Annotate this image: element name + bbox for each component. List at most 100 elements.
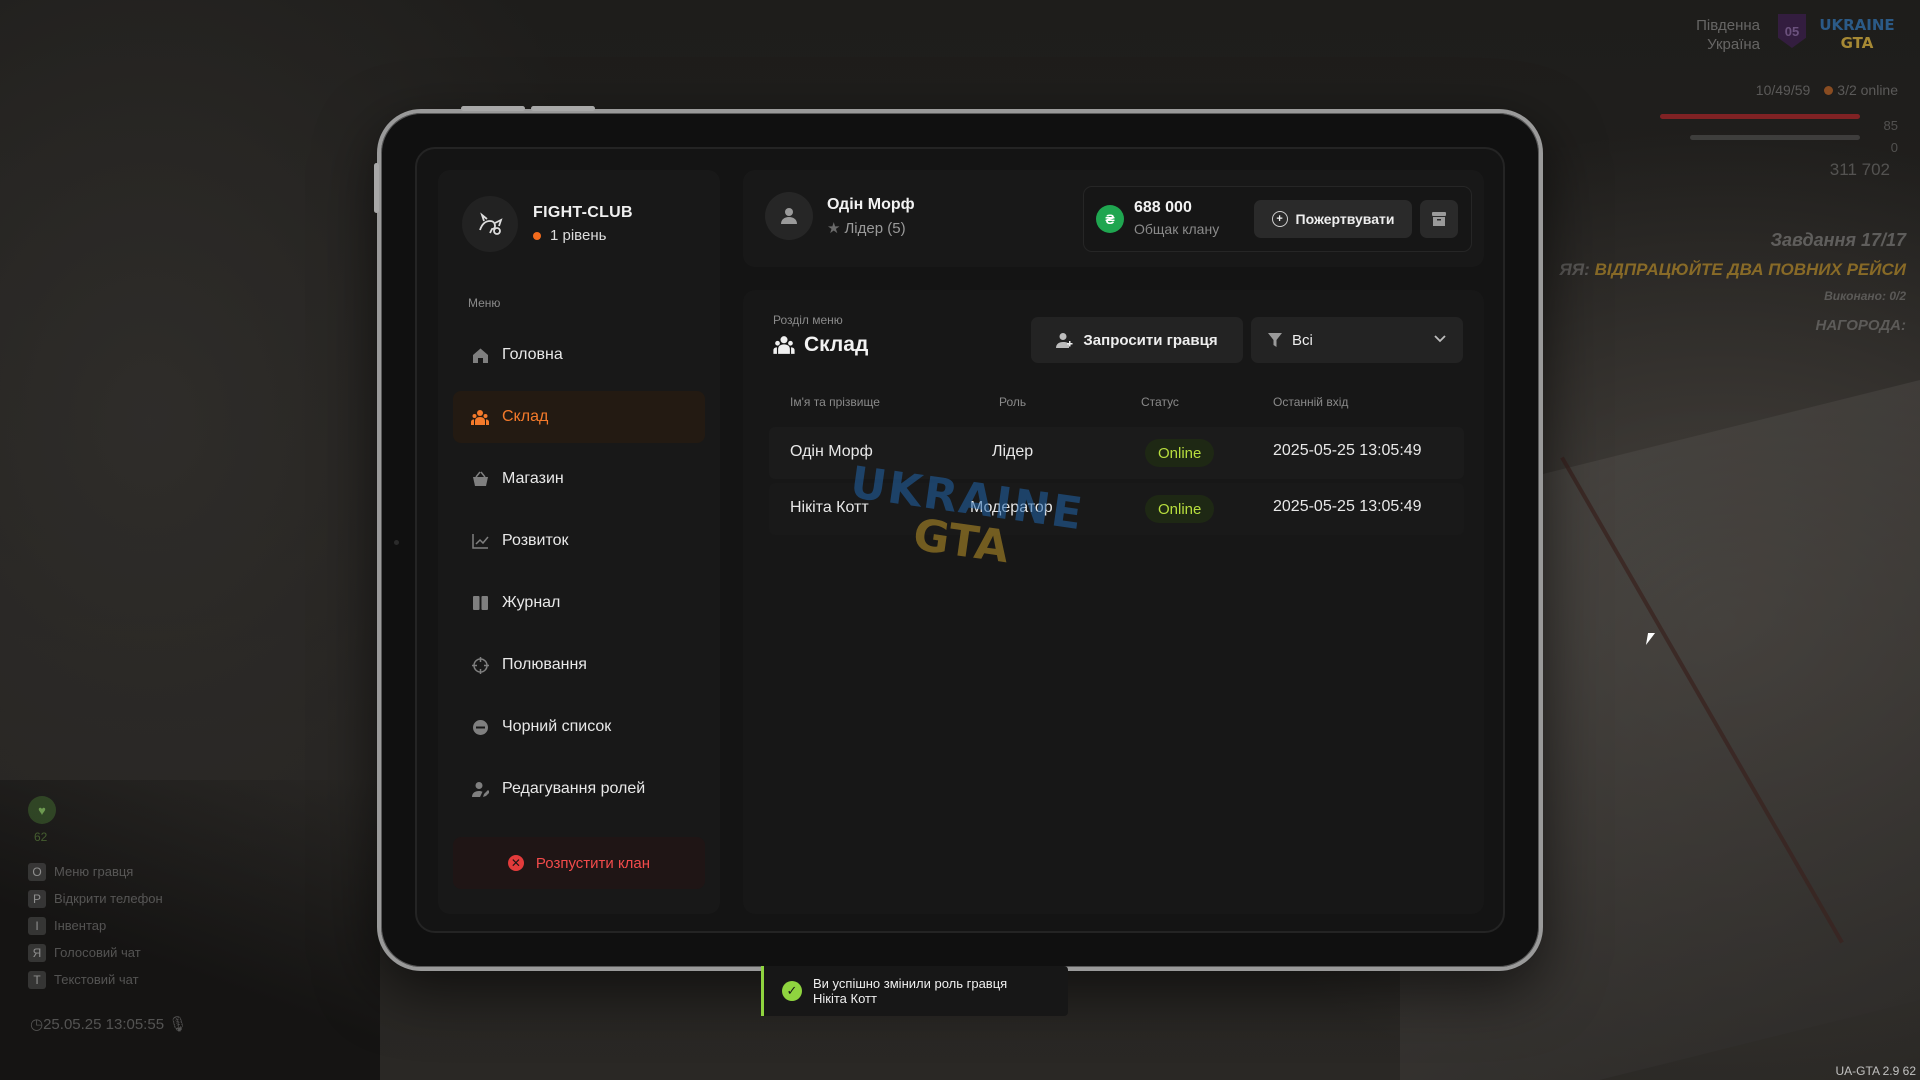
keybind-label: Меню гравця: [54, 864, 134, 879]
sidebar-item-label: Магазин: [502, 470, 564, 487]
players-count: 10/49/59: [1755, 82, 1811, 98]
donate-button[interactable]: + Пожертвувати: [1254, 200, 1412, 238]
users-icon: [470, 407, 490, 427]
status-badge: Online: [1145, 495, 1215, 523]
game-logo: UKRAINE GTA: [1816, 16, 1898, 56]
tablet-camera: [394, 540, 399, 545]
disband-clan-button[interactable]: ✕ Розпустити клан: [453, 837, 705, 889]
sidebar-item-hunting[interactable]: Полювання: [453, 639, 705, 691]
tablet-button: [461, 106, 525, 111]
level-dot: [533, 231, 541, 240]
keybind-row: T Текстовий чат: [28, 966, 163, 993]
health-bar: [1660, 114, 1860, 119]
avatar: [765, 192, 813, 240]
sidebar: FIGHT-CLUB 1 рівень Меню Головна Склад М…: [438, 170, 720, 914]
keybind-label: Відкрити телефон: [54, 891, 163, 906]
plus-circle-icon: +: [1271, 211, 1288, 227]
chevron-down-icon: [1433, 331, 1447, 345]
keybind-list: O Меню гравця P Відкрити телефон I Інвентар…: [28, 858, 163, 993]
menu-title: Меню: [468, 296, 501, 310]
sidebar-item-roles[interactable]: Редагування ролей: [453, 763, 705, 815]
archive-icon: [1432, 212, 1446, 226]
key-badge: O: [28, 862, 46, 881]
column-header-name: Ім'я та прізвище: [790, 395, 880, 409]
column-header-status: Статус: [1141, 395, 1179, 409]
key-badge: Я: [28, 943, 46, 962]
fund-label: Общак клану: [1134, 221, 1220, 237]
table-row[interactable]: Нікіта Котт Модератор Online 2025-05-25 …: [769, 483, 1464, 535]
clock-text: 25.05.25 13:05:55: [43, 1016, 165, 1033]
quest-tracker: Завдання 17/17 ЯЯ: ВІДПРАЦЮЙТЕ ДВА ПОВНИ…: [1486, 230, 1906, 334]
region-label: Південна Україна: [1696, 16, 1760, 54]
basket-icon: [470, 469, 490, 489]
tablet-frame: FIGHT-CLUB 1 рівень Меню Головна Склад М…: [374, 106, 1543, 971]
table-row[interactable]: Одін Морф Лідер Online 2025-05-25 13:05:…: [769, 427, 1464, 479]
star-icon: ★: [827, 219, 841, 237]
member-last-login: 2025-05-25 13:05:49: [1273, 498, 1422, 515]
close-icon: ✕: [507, 855, 524, 871]
disband-label: Розпустити клан: [535, 854, 651, 872]
filter-value: Всі: [1292, 331, 1313, 349]
health-value: 85: [1883, 118, 1898, 133]
armor-bar: [1690, 135, 1860, 140]
quest-reward: НАГОРОДА:: [1815, 317, 1906, 334]
sidebar-item-members[interactable]: Склад: [453, 391, 705, 443]
version-label: UA-GTA 2.9 62: [1835, 1064, 1916, 1078]
game-clock: ◷25.05.25 13:05:55 🎙: [30, 1015, 187, 1033]
sidebar-item-label: Редагування ролей: [502, 780, 646, 797]
block-icon: [470, 717, 490, 737]
success-toast: ✓ Ви успішно змінили роль гравця Нікіта …: [761, 966, 1068, 1016]
section-subtitle: Розділ меню: [773, 313, 843, 327]
sidebar-item-label: Головна: [502, 346, 563, 363]
member-name: Нікіта Котт: [790, 499, 869, 516]
quest-task: ЯЯ: ВІДПРАЦЮЙТЕ ДВА ПОВНИХ РЕЙСИ: [1486, 260, 1906, 280]
users-icon: [773, 335, 795, 355]
user-icon: [781, 208, 797, 224]
sidebar-item-label: Журнал: [502, 594, 561, 611]
key-badge: I: [28, 916, 46, 935]
region-line-1: Південна: [1696, 17, 1760, 34]
server-number: 05: [1784, 23, 1800, 39]
quest-title: Завдання 17/17: [1770, 230, 1906, 250]
quest-prefix: ЯЯ:: [1559, 260, 1590, 279]
logo-line-1: UKRAINE: [1819, 16, 1895, 34]
role-filter-select[interactable]: Всі: [1251, 317, 1463, 363]
member-name: Одін Морф: [790, 443, 873, 460]
user-plus-icon: [1056, 332, 1073, 349]
toast-line-2: Нікіта Котт: [813, 991, 877, 1006]
heart-icon: ♥: [28, 796, 56, 824]
sidebar-item-shop[interactable]: Магазин: [453, 453, 705, 505]
section-title: Склад: [773, 333, 868, 357]
key-badge: P: [28, 889, 46, 908]
quest-task-text: ВІДПРАЦЮЙТЕ ДВА ПОВНИХ РЕЙСИ: [1594, 260, 1906, 279]
members-panel: Розділ меню Склад Запросити гравця Всі І…: [743, 290, 1484, 914]
sidebar-item-home[interactable]: Головна: [453, 329, 705, 381]
member-role: Модератор: [970, 499, 1053, 516]
online-dot: [1824, 86, 1834, 95]
online-count: 3/2 online: [1837, 82, 1898, 98]
status-badge: Online: [1145, 439, 1215, 467]
book-icon: [470, 593, 490, 613]
member-last-login: 2025-05-25 13:05:49: [1273, 442, 1422, 459]
logo-line-2: GTA: [1840, 34, 1874, 52]
microphone-icon: 🎙: [168, 1016, 188, 1033]
sidebar-item-journal[interactable]: Журнал: [453, 577, 705, 629]
toast-line-1: Ви успішно змінили роль гравця: [813, 976, 1008, 991]
hp-label: 62: [34, 830, 48, 844]
clan-name: FIGHT-CLUB: [533, 204, 633, 221]
invite-player-button[interactable]: Запросити гравця: [1031, 317, 1243, 363]
section-title-text: Склад: [804, 333, 869, 356]
keybind-row: P Відкрити телефон: [28, 885, 163, 912]
tablet-screen: FIGHT-CLUB 1 рівень Меню Головна Склад М…: [415, 147, 1505, 933]
money-value: 311 702: [1829, 160, 1890, 179]
fund-history-button[interactable]: [1420, 200, 1458, 238]
clan-logo-icon: [462, 196, 518, 252]
sidebar-item-label: Полювання: [502, 656, 587, 673]
hryvnia-coin-icon: ₴: [1096, 205, 1124, 233]
sidebar-item-development[interactable]: Розвиток: [453, 515, 705, 567]
clan-header: FIGHT-CLUB 1 рівень: [462, 196, 633, 252]
keybind-label: Голосовий чат: [54, 945, 141, 960]
user-name: Одін Морф: [827, 195, 915, 213]
filter-icon: [1268, 332, 1282, 348]
sidebar-item-blacklist[interactable]: Чорний список: [453, 701, 705, 753]
